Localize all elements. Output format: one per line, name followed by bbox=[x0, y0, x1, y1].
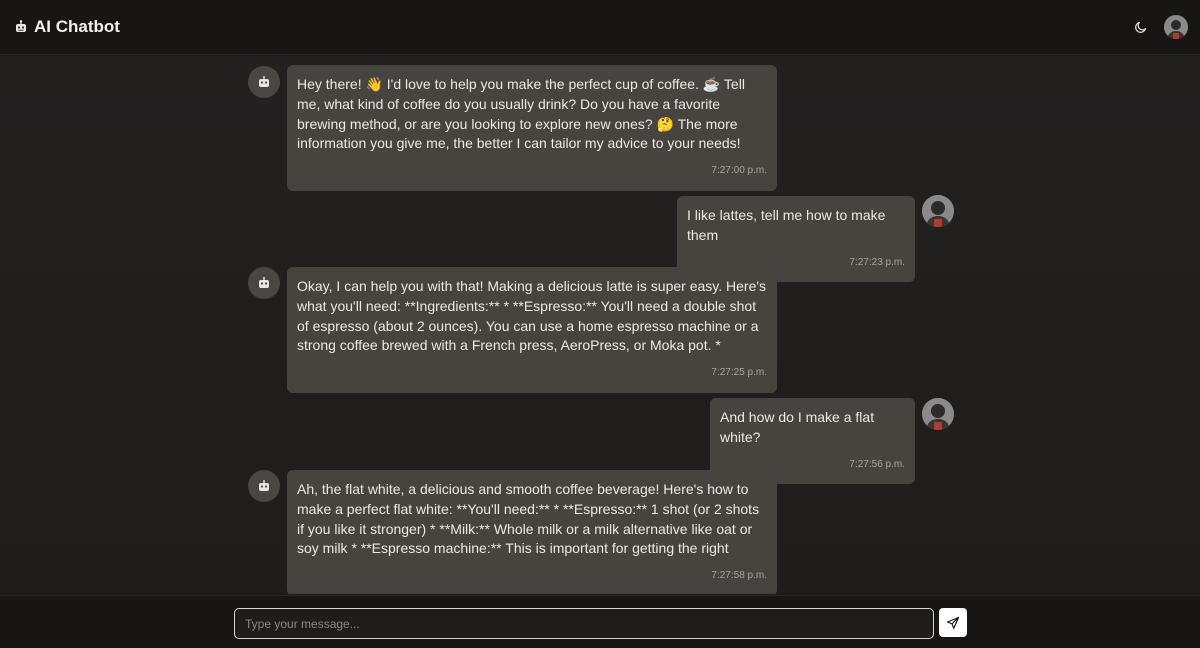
moon-icon[interactable] bbox=[1132, 18, 1150, 36]
message-text: And how do I make a flat white? bbox=[720, 409, 875, 445]
message-timestamp: 7:27:58 p.m. bbox=[711, 570, 767, 582]
user-avatar bbox=[922, 195, 954, 227]
app-header: AI Chatbot bbox=[0, 0, 1200, 55]
bot-message: Okay, I can help you with that! Making a… bbox=[287, 267, 777, 393]
bot-avatar bbox=[248, 66, 280, 98]
send-button[interactable] bbox=[939, 608, 967, 637]
message-text: I like lattes, tell me how to make them bbox=[687, 207, 886, 243]
message-timestamp: 7:27:25 p.m. bbox=[711, 367, 767, 379]
bot-avatar bbox=[248, 267, 280, 299]
app-title: AI Chatbot bbox=[34, 17, 120, 36]
message-text: Ah, the flat white, a delicious and smoo… bbox=[297, 481, 760, 557]
message-text: Hey there! 👋 I'd love to help you make t… bbox=[297, 76, 745, 152]
robot-icon bbox=[259, 277, 269, 288]
send-icon bbox=[946, 616, 960, 629]
message-input[interactable] bbox=[234, 608, 934, 639]
bot-message: Ah, the flat white, a delicious and smoo… bbox=[287, 470, 777, 594]
message-text: Okay, I can help you with that! Making a… bbox=[297, 278, 767, 354]
user-avatar bbox=[922, 398, 954, 430]
message-composer bbox=[0, 595, 1200, 648]
robot-icon bbox=[14, 20, 28, 34]
bot-message: Hey there! 👋 I'd love to help you make t… bbox=[287, 65, 777, 191]
brand: AI Chatbot bbox=[14, 17, 120, 37]
robot-icon bbox=[259, 480, 269, 491]
robot-icon bbox=[259, 76, 269, 87]
message-timestamp: 7:27:00 p.m. bbox=[711, 165, 767, 177]
chat-area[interactable]: Hey there! 👋 I'd love to help you make t… bbox=[0, 56, 1200, 594]
bot-avatar bbox=[248, 470, 280, 502]
user-avatar[interactable] bbox=[1164, 15, 1188, 39]
